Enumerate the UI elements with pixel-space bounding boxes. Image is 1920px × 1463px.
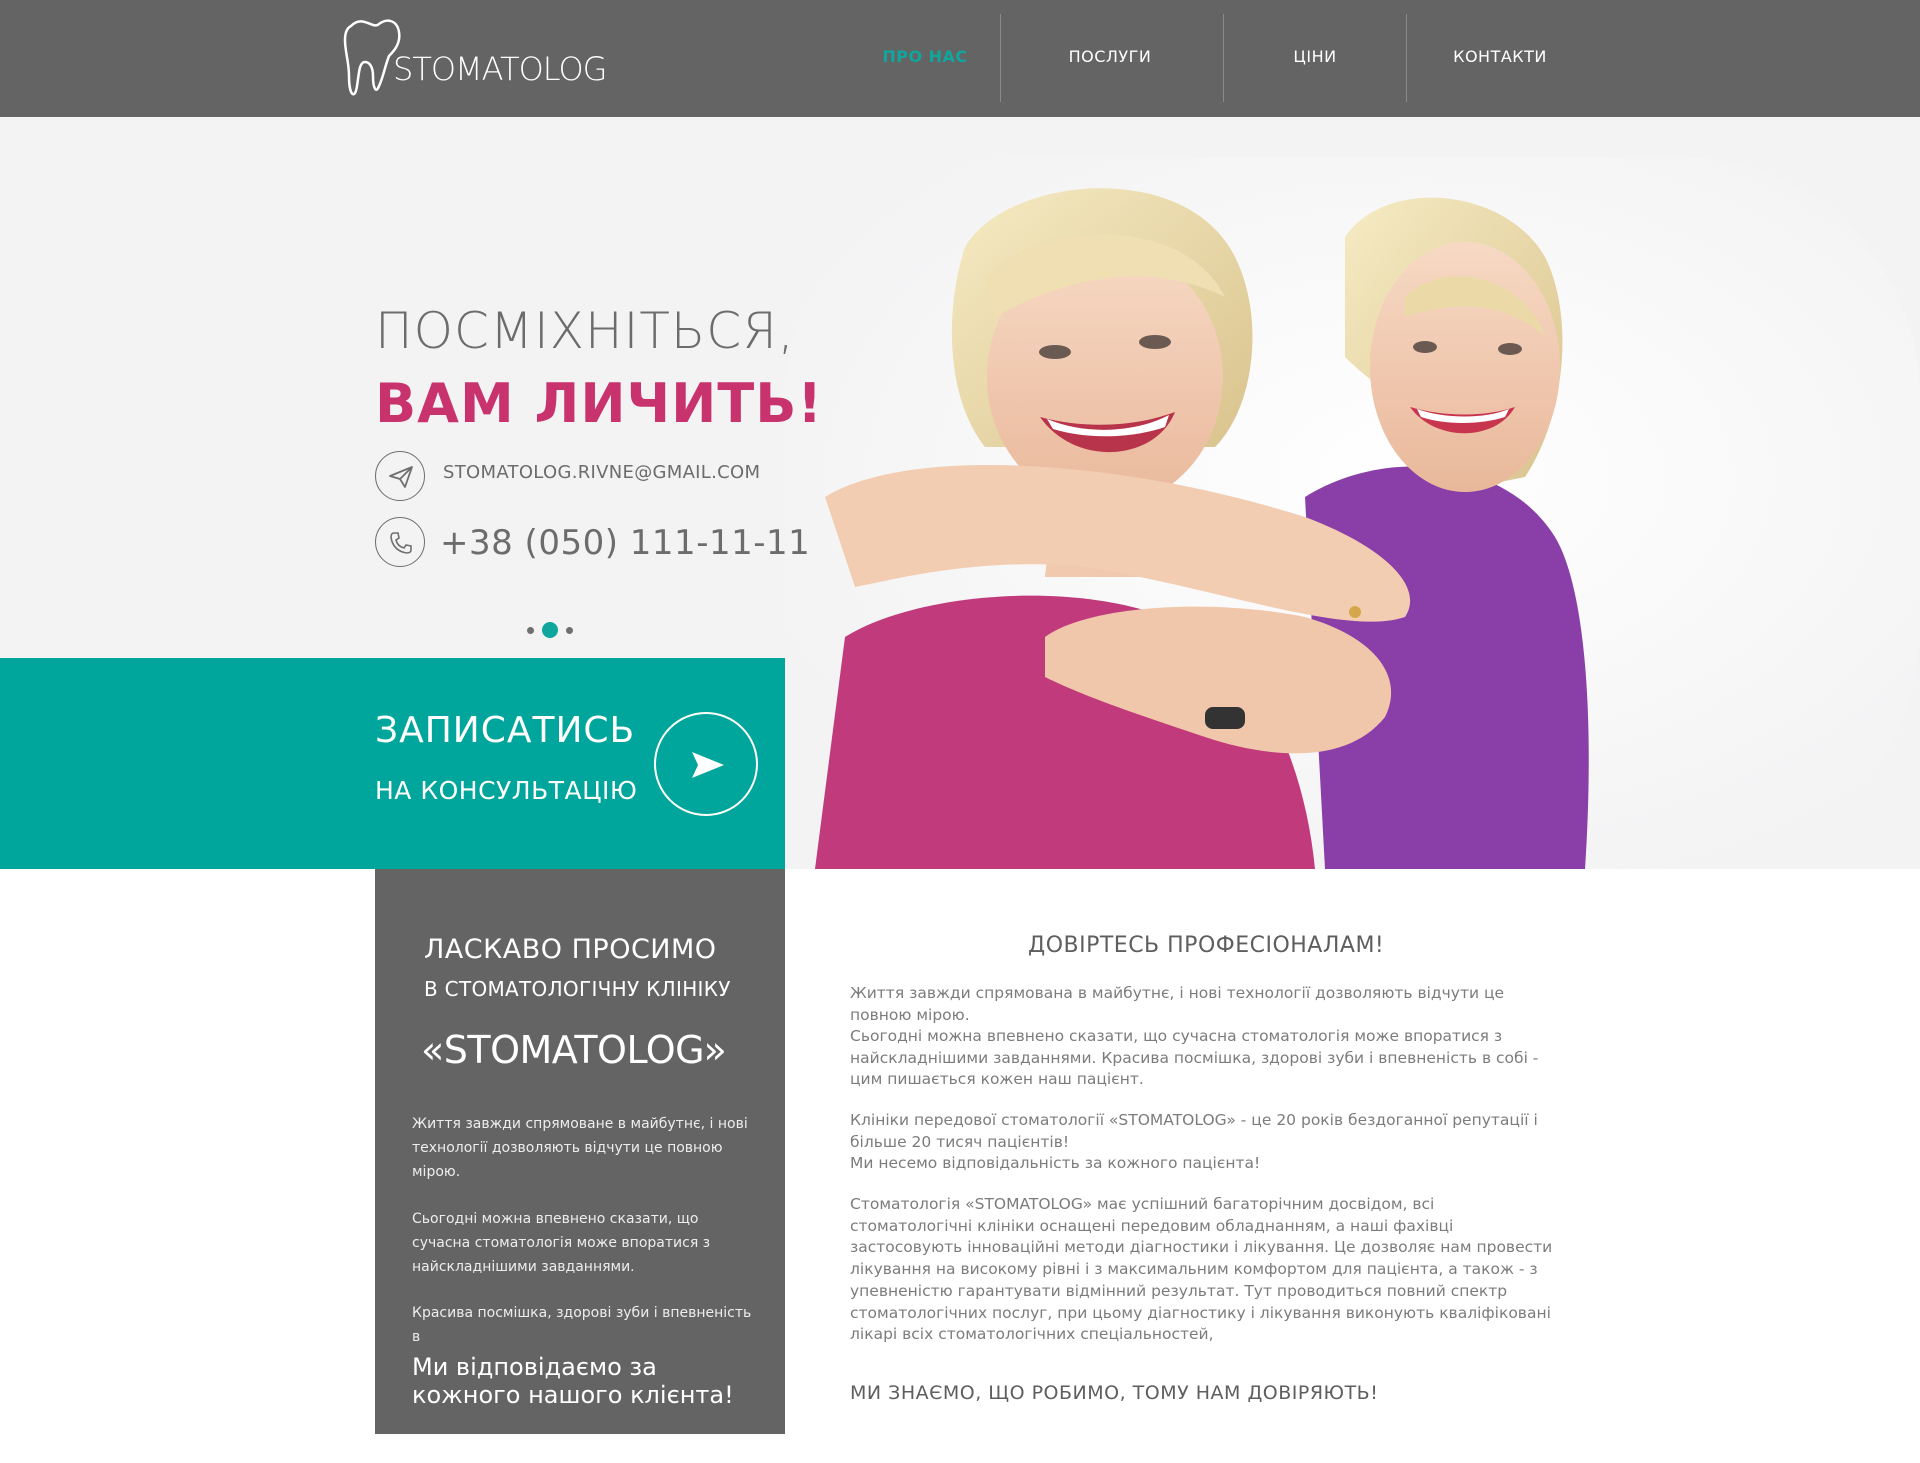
nav-item-about[interactable]: ПРО НАС <box>870 0 980 117</box>
clinic-name: «STOMATOLOG» <box>421 1028 727 1072</box>
cta-arrow-button[interactable] <box>654 712 758 816</box>
cta-title: ЗАПИСАТИСЬ <box>375 710 636 751</box>
welcome-slogan: Ми відповідаємо за кожного нашого клієнт… <box>412 1353 734 1409</box>
welcome-panel: ЛАСКАВО ПРОСИМО В СТОМАТОЛОГІЧНУ КЛІНІКУ… <box>375 869 785 1434</box>
hero-photo <box>785 157 1920 869</box>
nav-item-services[interactable]: ПОСЛУГИ <box>1040 0 1180 117</box>
slider-dot[interactable] <box>566 627 573 634</box>
about-title: ДОВІРТЕСЬ ПРОФЕСІОНАЛАМ! <box>1028 933 1385 958</box>
hero-title-line2: ВАМ ЛИЧИТЬ! <box>375 372 823 435</box>
logo-text: STOMATOLOG <box>393 50 607 88</box>
phone-icon <box>375 517 425 567</box>
nav-divider <box>1406 14 1407 102</box>
cta-subtitle: НА КОНСУЛЬТАЦІЮ <box>375 776 638 805</box>
hero-banner: ПОСМІХНІТЬСЯ, ВАМ ЛИЧИТЬ! STOMATOLOG.RIV… <box>0 117 1920 869</box>
about-footer-slogan: МИ ЗНАЄМО, ЩО РОБИМО, ТОМУ НАМ ДОВІРЯЮТЬ… <box>850 1382 1379 1404</box>
nav-item-prices[interactable]: ЦІНИ <box>1265 0 1365 117</box>
paper-plane-icon <box>375 451 425 501</box>
about-paragraph: Клініки передової стоматології «STOMATOL… <box>850 1111 1538 1151</box>
welcome-paragraph: Сьогодні можна впевнено сказати, що суча… <box>412 1211 711 1275</box>
arrow-right-icon <box>692 752 724 778</box>
hero-title-line1: ПОСМІХНІТЬСЯ, <box>375 302 795 360</box>
site-logo[interactable]: STOMATOLOG <box>343 16 607 106</box>
about-paragraph: Сьогодні можна впевнено сказати, що суча… <box>850 1027 1539 1089</box>
contact-email[interactable]: STOMATOLOG.RIVNE@GMAIL.COM <box>443 462 760 483</box>
about-paragraph: Стоматологія «STOMATOLOG» має успішний б… <box>850 1195 1553 1344</box>
contact-phone[interactable]: +38 (050) 111-11-11 <box>440 523 810 563</box>
nav-divider <box>1000 14 1001 102</box>
welcome-paragraph: Життя завжди спрямоване в майбутнє, і но… <box>412 1116 748 1180</box>
welcome-paragraph: Красива посмішка, здорові зуби і впевнен… <box>412 1305 752 1345</box>
nav-item-contacts[interactable]: КОНТАКТИ <box>1440 0 1560 117</box>
about-paragraph: Життя завжди спрямована в майбутнє, і но… <box>850 984 1505 1024</box>
site-header: STOMATOLOG ПРО НАС ПОСЛУГИ ЦІНИ КОНТАКТИ <box>0 0 1920 117</box>
slider-dot-active[interactable] <box>542 622 558 638</box>
welcome-subtitle: В СТОМАТОЛОГІЧНУ КЛІНІКУ <box>424 977 731 1001</box>
welcome-title: ЛАСКАВО ПРОСИМО <box>424 934 717 965</box>
nav-divider <box>1223 14 1224 102</box>
about-paragraph: Ми несемо відповідальність за кожного па… <box>850 1154 1261 1172</box>
slider-dot[interactable] <box>527 627 534 634</box>
consultation-cta: ЗАПИСАТИСЬ НА КОНСУЛЬТАЦІЮ <box>0 658 785 869</box>
